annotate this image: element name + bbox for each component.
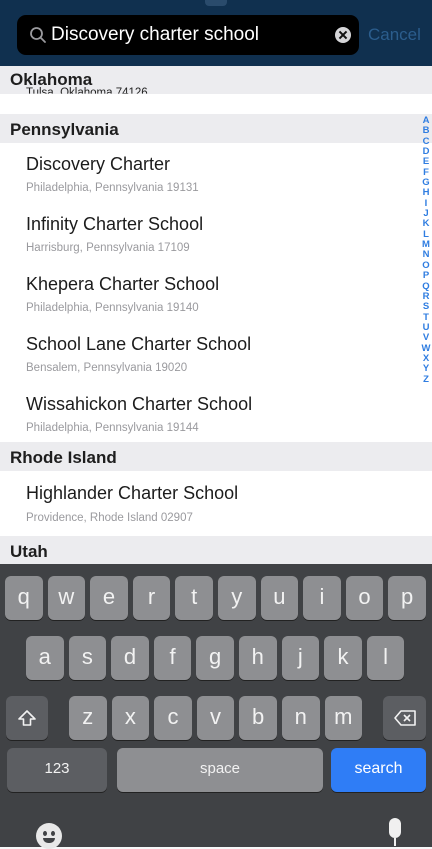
list-item[interactable]: Infinity Charter School Harrisburg, Penn… [0, 204, 432, 266]
list-item-address: Bensalem, Pennsylvania 19020 [26, 362, 188, 374]
list-item-address: Harrisburg, Pennsylvania 17109 [26, 242, 190, 254]
key-g[interactable]: g [196, 636, 234, 680]
section-header-oklahoma: Oklahoma Tulsa, Oklahoma 74126 [0, 66, 432, 94]
delete-key[interactable] [383, 696, 426, 740]
key-o[interactable]: o [345, 576, 384, 620]
section-header-utah: Utah [0, 536, 432, 564]
emoji-icon[interactable] [36, 823, 62, 849]
backspace-icon [393, 710, 416, 726]
list-item[interactable]: Discovery Charter Philadelphia, Pennsylv… [0, 144, 432, 206]
list-item[interactable]: Khepera Charter School Philadelphia, Pen… [0, 264, 432, 326]
list-item[interactable]: Wissahickon Charter School Philadelphia,… [0, 384, 432, 442]
key-u[interactable]: u [260, 576, 299, 620]
key-i[interactable]: i [303, 576, 341, 620]
space-key[interactable]: space [117, 748, 323, 792]
key-e[interactable]: e [90, 576, 128, 620]
list-item-address: Philadelphia, Pennsylvania 19144 [26, 422, 199, 434]
key-w[interactable]: w [47, 576, 86, 620]
index-letter[interactable]: P [419, 270, 432, 281]
index-letter[interactable]: S [419, 301, 432, 312]
key-l[interactable]: l [366, 636, 405, 680]
key-v[interactable]: v [196, 696, 235, 740]
key-p[interactable]: p [388, 576, 426, 620]
list-item-name: Infinity Charter School [26, 214, 204, 234]
list-item[interactable]: Highlander Charter School Providence, Rh… [0, 471, 432, 536]
keyboard: qwertyuiop asdfghjkl zxcvbnm 123 space s… [0, 564, 432, 847]
key-c[interactable]: c [154, 696, 192, 740]
shift-icon [18, 710, 36, 726]
index-letter[interactable]: Z [419, 374, 432, 385]
microphone-icon[interactable] [389, 818, 401, 846]
key-x[interactable]: x [111, 696, 150, 740]
section-index[interactable]: ABCDEFGHIJKLMNOPQRSTUVWXYZ [419, 115, 432, 385]
list-item-address: Philadelphia, Pennsylvania 19140 [26, 302, 199, 314]
search-field[interactable]: Discovery charter school [17, 15, 359, 55]
list-item-name: Wissahickon Charter School [26, 394, 253, 414]
key-d[interactable]: d [111, 636, 149, 680]
numbers-key[interactable]: 123 [7, 748, 107, 792]
clear-icon[interactable] [335, 27, 351, 43]
key-j[interactable]: j [281, 636, 320, 680]
list-item-address: Providence, Rhode Island 02907 [26, 512, 193, 524]
magnifier-icon [30, 27, 46, 43]
list-item-name: Highlander Charter School [26, 483, 239, 503]
list-item-name: School Lane Charter School [26, 334, 252, 354]
shift-key[interactable] [6, 696, 48, 740]
cancel-button[interactable]: Cancel [368, 15, 421, 55]
list-item-name: Discovery Charter [26, 154, 171, 174]
key-a[interactable]: a [26, 636, 64, 680]
key-m[interactable]: m [324, 696, 363, 740]
search-key[interactable]: search [331, 748, 426, 792]
list-item[interactable]: School Lane Charter School Bensalem, Pen… [0, 324, 432, 386]
search-header: Discovery charter school Cancel [0, 0, 432, 66]
search-query[interactable]: Discovery charter school [51, 15, 259, 55]
results-list[interactable]: Oklahoma Tulsa, Oklahoma 74126 Pennsylva… [0, 66, 432, 564]
key-s[interactable]: s [68, 636, 107, 680]
key-r[interactable]: r [132, 576, 171, 620]
section-title: Rhode Island [10, 448, 117, 467]
drag-handle [205, 0, 227, 6]
key-k[interactable]: k [324, 636, 362, 680]
section-title: Pennsylvania [10, 120, 119, 139]
section-title: Utah [10, 542, 48, 561]
section-header-rhode-island: Rhode Island [0, 442, 432, 471]
list-item-address: Tulsa, Oklahoma 74126 [26, 87, 148, 99]
list-item-name: Khepera Charter School [26, 274, 220, 294]
index-letter[interactable]: V [419, 332, 432, 343]
key-z[interactable]: z [69, 696, 107, 740]
key-q[interactable]: q [5, 576, 43, 620]
list-item-address: Philadelphia, Pennsylvania 19131 [26, 182, 199, 194]
key-h[interactable]: h [239, 636, 277, 680]
key-b[interactable]: b [239, 696, 277, 740]
section-header-pennsylvania: Pennsylvania [0, 114, 432, 143]
key-t[interactable]: t [175, 576, 213, 620]
key-y[interactable]: y [218, 576, 256, 620]
key-f[interactable]: f [153, 636, 192, 680]
key-n[interactable]: n [282, 696, 320, 740]
